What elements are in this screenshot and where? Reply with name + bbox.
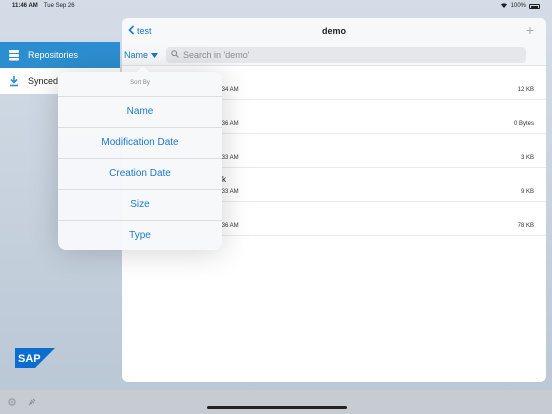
file-size: 0 Bytes	[513, 121, 534, 127]
sort-label: Name	[124, 49, 149, 60]
sort-option-size[interactable]: Size	[58, 189, 222, 220]
sort-button[interactable]: Name	[124, 49, 159, 60]
search-icon	[171, 49, 179, 60]
file-date: :33 AM	[220, 189, 239, 195]
file-size: 9 KB	[520, 189, 534, 195]
sidebar-item-label: Repositories	[28, 50, 79, 60]
file-size: 78 KB	[517, 223, 534, 229]
sort-option-modification-date[interactable]: Modification Date	[58, 127, 222, 158]
status-right: 100%	[500, 2, 540, 10]
gear-icon[interactable]	[6, 396, 18, 408]
file-size: 3 KB	[520, 155, 534, 161]
status-time: 11:46 AM	[12, 3, 38, 9]
status-date: Tue Sep 26	[43, 3, 75, 9]
sap-logo: SAP	[15, 348, 55, 368]
file-name: k	[222, 175, 226, 184]
sort-option-name[interactable]: Name	[58, 96, 222, 127]
plus-icon[interactable]: +	[526, 23, 534, 37]
file-date: :33 AM	[220, 155, 239, 161]
search-input[interactable]	[183, 49, 504, 60]
file-date: :36 AM	[220, 223, 239, 229]
file-date: :36 AM	[220, 121, 239, 127]
caret-down-icon	[151, 50, 159, 60]
sidebar-item-label: Synced	[28, 76, 59, 86]
page-title: demo	[321, 26, 346, 36]
sidebar-item-repositories[interactable]: Repositories	[0, 42, 120, 68]
sort-option-type[interactable]: Type	[58, 220, 222, 251]
sort-by-popover: Sort By Name Modification Date Creation …	[58, 66, 222, 251]
home-indicator	[207, 406, 347, 409]
search-row: Name	[122, 44, 546, 66]
svg-text:SAP: SAP	[18, 353, 41, 365]
bottom-toolbar	[0, 390, 552, 414]
back-button[interactable]: test	[128, 25, 152, 37]
repository-stack-icon	[8, 49, 20, 61]
navigation-bar: test demo +	[122, 18, 546, 44]
chevron-left-icon	[128, 25, 135, 37]
back-label: test	[137, 26, 152, 36]
file-size: 12 KB	[517, 87, 534, 93]
battery-percent: 100%	[510, 3, 526, 9]
popover-title: Sort By	[130, 80, 150, 86]
battery-icon	[529, 3, 540, 9]
search-field[interactable]	[166, 46, 527, 63]
plug-icon[interactable]	[26, 396, 38, 408]
status-bar: 11:46 AM Tue Sep 26 100%	[0, 0, 552, 12]
popover-arrow	[136, 66, 150, 73]
download-icon	[8, 75, 20, 87]
wifi-icon	[500, 2, 508, 10]
sort-option-creation-date[interactable]: Creation Date	[58, 158, 222, 189]
file-date: :34 AM	[220, 87, 239, 93]
